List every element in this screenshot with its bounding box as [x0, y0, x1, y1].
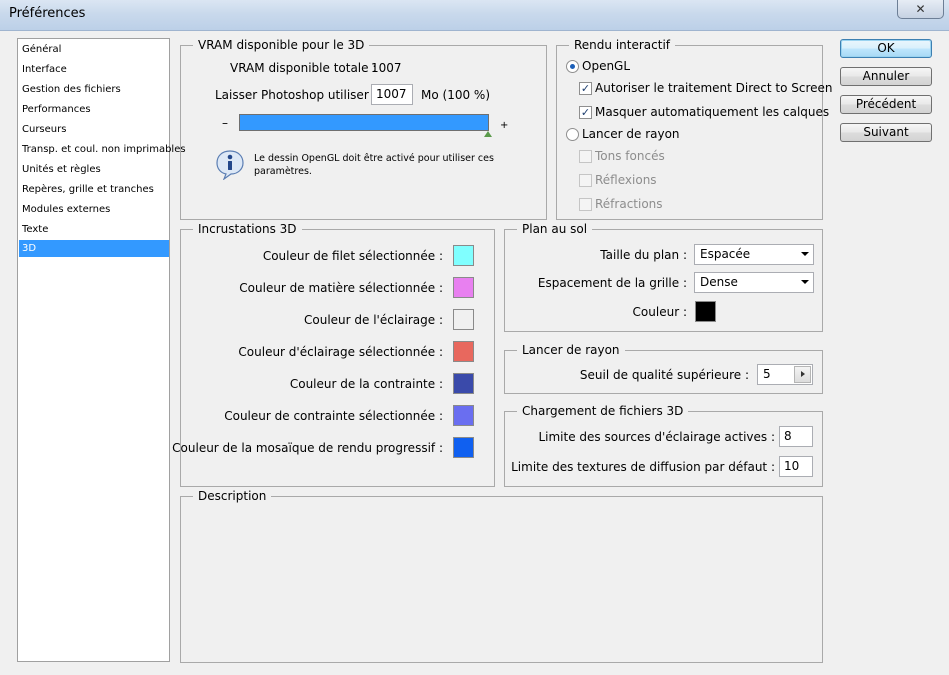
preferences-sidebar: Général Interface Gestion des fichiers P… [17, 38, 186, 662]
seuil-qualite-value: 5 [763, 367, 771, 381]
sidebar-item-reperes[interactable]: Repères, grille et tranches [19, 181, 169, 198]
plan-couleur-label: Couleur : [632, 305, 687, 319]
vram-total-value: 1007 [371, 61, 402, 75]
taille-plan-value: Espacée [700, 247, 751, 261]
sidebar-item-3d[interactable]: 3D [19, 240, 169, 257]
taille-plan-select[interactable]: Espacée [694, 244, 814, 265]
precedent-button[interactable]: Précédent [840, 95, 932, 114]
limite-textures-label: Limite des textures de diffusion par déf… [511, 460, 775, 474]
description-group: Description [180, 489, 823, 663]
seuil-qualite-stepper[interactable]: 5 [757, 364, 813, 385]
masquer-calques-checkbox[interactable]: ✓ [579, 106, 592, 119]
limite-eclairage-label: Limite des sources d'éclairage actives : [538, 430, 775, 444]
sidebar-item-fichiers[interactable]: Gestion des fichiers [19, 81, 169, 98]
mosaique-color-label: Couleur de la mosaïque de rendu progress… [172, 441, 443, 455]
ok-button[interactable]: OK [840, 39, 932, 58]
window-title: Préférences [9, 6, 86, 21]
tons-fonces-checkbox[interactable] [579, 150, 592, 163]
refractions-label: Réfractions [595, 197, 663, 211]
annuler-button[interactable]: Annuler [840, 67, 932, 86]
rendu-legend: Rendu interactif [569, 38, 675, 52]
vram-legend: VRAM disponible pour le 3D [193, 38, 370, 52]
vram-slider-min: – [222, 116, 228, 130]
sidebar-item-curseurs[interactable]: Curseurs [19, 121, 169, 138]
sidebar-item-unites[interactable]: Unités et règles [19, 161, 169, 178]
eclairage-sel-color-swatch[interactable] [453, 341, 474, 362]
espacement-grille-label: Espacement de la grille : [537, 276, 687, 290]
eclairage-color-label: Couleur de l'éclairage : [304, 313, 443, 327]
vram-slider-fill [240, 115, 488, 130]
direct-to-screen-checkbox[interactable]: ✓ [579, 82, 592, 95]
vram-slider-max: + [500, 120, 509, 131]
masquer-calques-label: Masquer automatiquement les calques [595, 105, 830, 119]
opengl-radio[interactable] [566, 60, 579, 73]
sidebar-item-texte[interactable]: Texte [19, 221, 169, 238]
sidebar-item-interface[interactable]: Interface [19, 61, 169, 78]
lancer-rayon-legend: Lancer de rayon [517, 343, 625, 357]
espacement-grille-select[interactable]: Dense [694, 272, 814, 293]
vram-total-label: VRAM disponible totale : [230, 61, 377, 75]
vram-info-text: Le dessin OpenGL doit être activé pour u… [254, 153, 494, 177]
chargement-group: Chargement de fichiers 3D [504, 404, 823, 487]
vram-slider[interactable] [239, 114, 489, 131]
stepper-arrow-icon[interactable] [794, 366, 811, 383]
refractions-checkbox[interactable] [579, 198, 592, 211]
matiere-color-label: Couleur de matière sélectionnée : [239, 281, 443, 295]
seuil-qualite-label: Seuil de qualité supérieure : [579, 368, 749, 382]
lancer-rayon-label: Lancer de rayon [582, 127, 680, 141]
limite-eclairage-input[interactable]: 8 [779, 426, 813, 447]
taille-plan-label: Taille du plan : [600, 248, 687, 262]
mosaique-color-swatch[interactable] [453, 437, 474, 458]
description-legend: Description [193, 489, 272, 503]
matiere-color-swatch[interactable] [453, 277, 474, 298]
suivant-button[interactable]: Suivant [840, 123, 932, 142]
lancer-rayon-radio[interactable] [566, 128, 579, 141]
sidebar-item-general[interactable]: Général [19, 41, 169, 58]
eclairage-sel-color-label: Couleur d'éclairage sélectionnée : [238, 345, 443, 359]
chevron-down-icon [801, 252, 809, 256]
contrainte-sel-color-swatch[interactable] [453, 405, 474, 426]
eclairage-color-swatch[interactable] [453, 309, 474, 330]
limite-textures-input[interactable]: 10 [779, 456, 813, 477]
title-bar: Préférences ✕ [0, 0, 949, 31]
direct-to-screen-label: Autoriser le traitement Direct to Screen [595, 81, 833, 95]
plan-couleur-swatch[interactable] [695, 301, 716, 322]
contrainte-sel-color-label: Couleur de contrainte sélectionnée : [224, 409, 443, 423]
filet-color-label: Couleur de filet sélectionnée : [262, 249, 443, 263]
tons-fonces-label: Tons foncés [595, 149, 665, 163]
sidebar-item-transparence[interactable]: Transp. et coul. non imprimables [19, 141, 186, 158]
opengl-label: OpenGL [582, 59, 631, 73]
vram-use-unit: Mo (100 %) [421, 88, 490, 102]
contrainte-color-swatch[interactable] [453, 373, 474, 394]
vram-slider-thumb[interactable] [484, 131, 492, 137]
vram-use-label: Laisser Photoshop utiliser : [215, 88, 377, 102]
reflexions-checkbox[interactable] [579, 174, 592, 187]
chevron-down-icon [801, 280, 809, 284]
sidebar-item-modules[interactable]: Modules externes [19, 201, 169, 218]
close-button[interactable]: ✕ [897, 0, 944, 19]
close-icon: ✕ [915, 1, 926, 16]
contrainte-color-label: Couleur de la contrainte : [289, 377, 443, 391]
reflexions-label: Réflexions [595, 173, 657, 187]
chargement-legend: Chargement de fichiers 3D [517, 404, 689, 418]
vram-use-input[interactable]: 1007 [371, 84, 413, 105]
info-icon [216, 150, 244, 180]
espacement-grille-value: Dense [700, 275, 738, 289]
filet-color-swatch[interactable] [453, 245, 474, 266]
plan-sol-legend: Plan au sol [517, 222, 593, 236]
sidebar-item-performances[interactable]: Performances [19, 101, 169, 118]
incrustations-legend: Incrustations 3D [193, 222, 302, 236]
